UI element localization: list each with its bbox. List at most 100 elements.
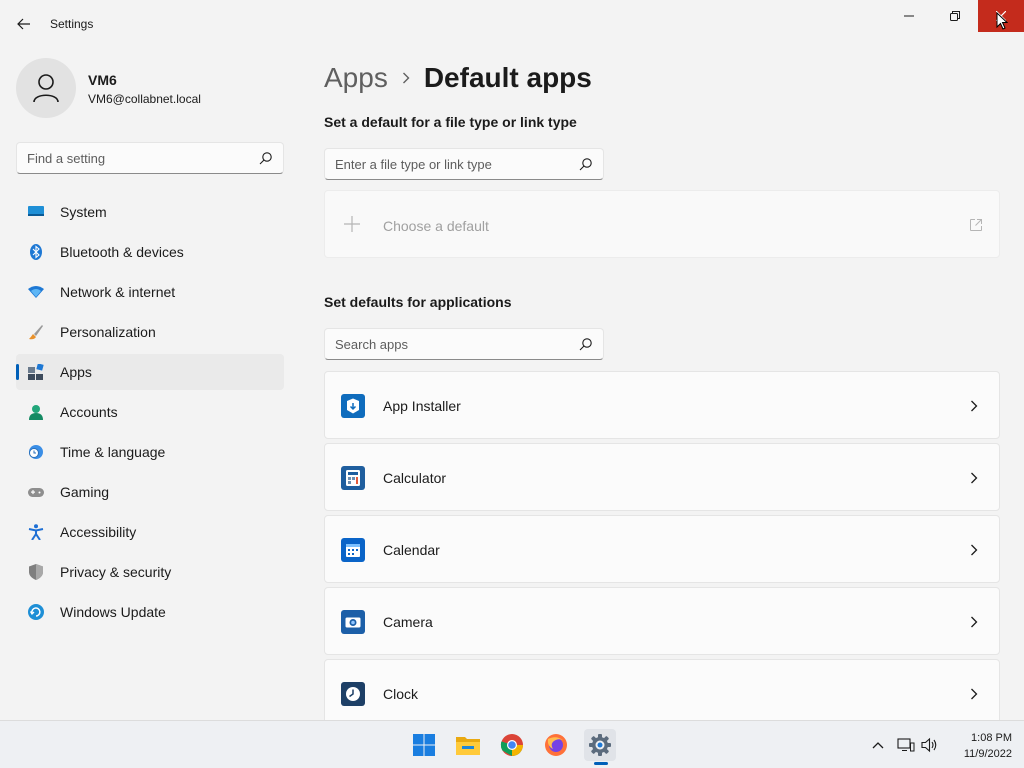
app-row-calendar[interactable]: Calendar	[324, 515, 1000, 583]
chevron-right-icon	[971, 616, 978, 628]
taskbar-file-explorer[interactable]	[452, 729, 484, 761]
avatar[interactable]	[16, 58, 76, 118]
sidebar-item-accessibility[interactable]: Accessibility	[16, 514, 284, 550]
open-external-icon	[970, 219, 982, 231]
sidebar-item-bluetooth[interactable]: Bluetooth & devices	[16, 234, 284, 270]
calendar-icon	[341, 538, 365, 562]
start-icon	[413, 734, 435, 756]
sidebar-item-label: Time & language	[60, 444, 166, 460]
sidebar-item-label: Gaming	[60, 484, 110, 500]
app-name: Camera	[383, 614, 433, 630]
app-row-clock[interactable]: Clock	[324, 659, 1000, 727]
find-setting-box	[16, 142, 284, 174]
app-name: App Installer	[383, 398, 461, 414]
network-icon	[897, 738, 915, 752]
bluetooth-icon	[30, 244, 42, 260]
accessibility-icon	[28, 524, 44, 540]
taskbar-chrome[interactable]	[496, 729, 528, 761]
user-profile[interactable]: VM6 VM6@collabnet.local	[16, 56, 286, 118]
chrome-icon	[500, 734, 523, 756]
restore-icon	[950, 11, 960, 21]
minimize-button[interactable]	[886, 0, 932, 32]
sidebar-item-windows-update[interactable]: Windows Update	[16, 594, 284, 630]
chevron-right-icon	[971, 688, 978, 700]
taskbar-firefox[interactable]	[540, 729, 572, 761]
app-name: Calendar	[383, 542, 440, 558]
sidebar-item-gaming[interactable]: Gaming	[16, 474, 284, 510]
apps-icon	[28, 364, 44, 380]
chevron-up-icon	[872, 742, 884, 749]
choose-default-label: Choose a default	[383, 218, 489, 234]
camera-icon	[341, 610, 365, 634]
arrow-left-icon	[17, 18, 30, 30]
calculator-icon	[341, 466, 365, 490]
firefox-icon	[545, 734, 567, 756]
close-button[interactable]	[978, 0, 1024, 32]
search-icon[interactable]	[579, 157, 593, 171]
mouse-cursor-icon	[996, 12, 1008, 30]
app-name: Calculator	[383, 470, 447, 486]
brush-icon	[29, 325, 43, 340]
app-title: Settings	[50, 17, 94, 31]
plus-icon	[344, 216, 360, 232]
title-bar: Settings	[0, 0, 1024, 48]
sidebar-item-system[interactable]: System	[16, 194, 284, 230]
sidebar-item-privacy[interactable]: Privacy & security	[16, 554, 284, 590]
system-icon	[28, 206, 44, 216]
volume-icon	[921, 737, 937, 753]
app-installer-icon	[341, 394, 365, 418]
sidebar-nav: System Bluetooth & devices Network & int…	[16, 194, 284, 634]
search-apps-input[interactable]	[325, 329, 603, 359]
gamepad-icon	[28, 488, 44, 497]
clock-globe-icon	[29, 445, 43, 459]
network-tray-button[interactable]	[896, 735, 916, 755]
back-button[interactable]	[12, 10, 36, 38]
search-icon[interactable]	[579, 337, 593, 351]
active-app-indicator	[594, 762, 608, 765]
applications-heading: Set defaults for applications	[324, 294, 512, 310]
app-name: Clock	[383, 686, 419, 702]
filetype-input[interactable]	[325, 149, 603, 179]
filetype-search-box	[324, 148, 604, 180]
sidebar-item-personalization[interactable]: Personalization	[16, 314, 284, 350]
volume-tray-button[interactable]	[920, 735, 940, 755]
clock-time: 1:08 PM	[971, 732, 1012, 744]
app-row-camera[interactable]: Camera	[324, 587, 1000, 655]
breadcrumb-apps-link[interactable]: Apps	[324, 62, 388, 94]
chevron-right-icon	[971, 472, 978, 484]
app-row-calculator[interactable]: Calculator	[324, 443, 1000, 511]
taskbar-clock[interactable]: 1:08 PM 11/9/2022	[948, 730, 1012, 762]
sidebar-item-label: System	[60, 204, 107, 220]
clock-icon	[341, 682, 365, 706]
sidebar-item-label: Bluetooth & devices	[60, 244, 184, 260]
person-icon	[33, 74, 59, 103]
restore-button[interactable]	[932, 0, 978, 32]
start-button[interactable]	[408, 729, 440, 761]
breadcrumb: Apps Default apps	[324, 58, 592, 98]
taskbar-settings[interactable]	[584, 729, 616, 761]
sidebar-item-label: Personalization	[60, 324, 156, 340]
file-explorer-icon	[456, 737, 480, 755]
sidebar-item-apps[interactable]: Apps	[16, 354, 284, 390]
choose-default-card: Choose a default	[324, 190, 1000, 258]
user-email: VM6@collabnet.local	[88, 92, 201, 106]
sidebar-item-time-language[interactable]: Time & language	[16, 434, 284, 470]
accounts-icon	[29, 405, 43, 420]
chevron-right-icon	[971, 544, 978, 556]
find-setting-input[interactable]	[17, 143, 283, 173]
settings-icon	[589, 734, 611, 756]
page-title: Default apps	[423, 62, 592, 93]
chevron-right-icon	[402, 72, 410, 84]
update-icon	[28, 604, 44, 620]
sidebar-item-accounts[interactable]: Accounts	[16, 394, 284, 430]
search-icon[interactable]	[259, 151, 273, 165]
minimize-icon	[904, 15, 914, 17]
sidebar-item-label: Network & internet	[60, 284, 176, 300]
show-hidden-icons-button[interactable]	[868, 735, 888, 755]
clock-date: 11/9/2022	[963, 748, 1012, 760]
chevron-right-icon	[971, 400, 978, 412]
app-row-app-installer[interactable]: App Installer	[324, 371, 1000, 439]
search-apps-box	[324, 328, 604, 360]
taskbar: 1:08 PM 11/9/2022	[0, 720, 1024, 768]
sidebar-item-network[interactable]: Network & internet	[16, 274, 284, 310]
